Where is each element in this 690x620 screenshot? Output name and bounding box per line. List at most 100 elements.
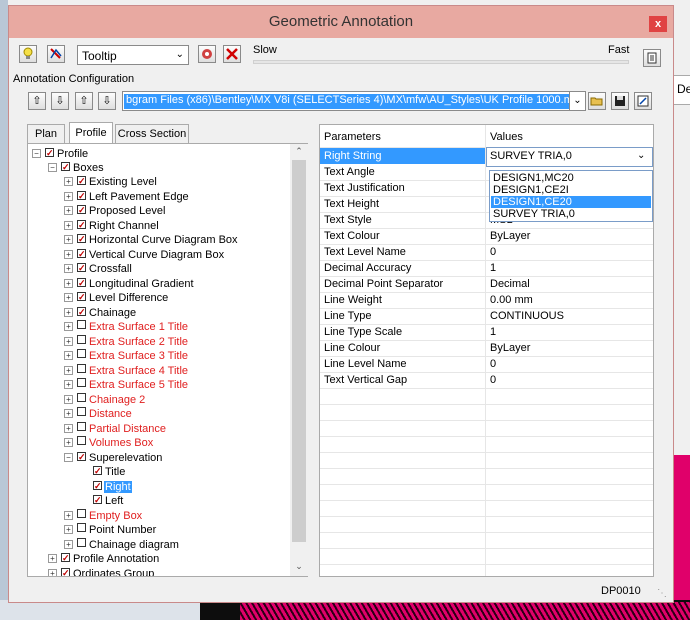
tree-node[interactable]: + ✓ Horizontal Curve Diagram Box	[64, 233, 239, 247]
right-string-combo[interactable]: SURVEY TRIA,0 ⌄	[486, 147, 653, 167]
chevron-up-icon[interactable]: ⌃	[292, 146, 306, 158]
checkbox[interactable]	[77, 523, 86, 532]
settings-button[interactable]	[198, 45, 216, 63]
tree-node[interactable]: + ✓ Existing Level	[64, 175, 158, 189]
save-button[interactable]	[611, 92, 629, 110]
value-cell[interactable]: 0	[490, 372, 496, 388]
tree-node[interactable]: + ✓ Left Pavement Edge	[64, 190, 190, 204]
tree-node[interactable]: + Extra Surface 1 Title	[64, 320, 189, 334]
checkbox[interactable]	[77, 393, 86, 402]
expand-icon[interactable]: +	[64, 177, 73, 186]
checkbox[interactable]: ✓	[77, 176, 86, 186]
param-row[interactable]: Text Angle	[324, 164, 375, 180]
param-row[interactable]: Line Colour	[324, 340, 380, 356]
checkbox[interactable]	[77, 538, 86, 547]
checkbox[interactable]: ✓	[77, 234, 86, 244]
checkbox[interactable]: ✓	[77, 452, 86, 462]
title-bar[interactable]: Geometric Annotation x	[9, 6, 673, 38]
tree-node[interactable]: + Point Number	[64, 523, 157, 537]
tree-node[interactable]: + ✓ Vertical Curve Diagram Box	[64, 248, 225, 262]
annotation-mode-button[interactable]	[47, 45, 65, 63]
chevron-down-icon[interactable]: ⌄	[292, 561, 306, 573]
expand-icon[interactable]: +	[64, 308, 73, 317]
tree-node[interactable]: + ✓ Chainage	[64, 306, 137, 320]
dropdown-option[interactable]: DESIGN1,MC20	[491, 172, 651, 184]
tree-node[interactable]: + ✓ Longitudinal Gradient	[64, 277, 195, 291]
value-cell[interactable]: CONTINUOUS	[490, 308, 564, 324]
checkbox[interactable]: ✓	[93, 481, 102, 491]
collapse-icon[interactable]: −	[48, 163, 57, 172]
dropdown-option-highlighted[interactable]: DESIGN1,CE20	[491, 196, 651, 208]
checkbox[interactable]	[77, 335, 86, 344]
move-bottom-button[interactable]: ⇩	[98, 92, 116, 110]
tree-node[interactable]: + ✓ Right Channel	[64, 219, 160, 233]
tree-node[interactable]: + ✓ Ordinates Group	[48, 567, 155, 576]
value-cell[interactable]: ByLayer	[490, 340, 530, 356]
tree-node[interactable]: ✓ Left	[93, 494, 124, 508]
checkbox[interactable]: ✓	[93, 466, 102, 476]
param-row[interactable]: Decimal Point Separator	[324, 276, 443, 292]
tree-node[interactable]: + ✓ Crossfall	[64, 262, 133, 276]
configuration-path-combo[interactable]: bgram Files (x86)\Bentley\MX V8i (SELECT…	[122, 91, 570, 111]
tree-node[interactable]: ✓ Title	[93, 465, 126, 479]
expand-icon[interactable]: +	[64, 395, 73, 404]
move-down-button[interactable]: ⇩	[51, 92, 69, 110]
checkbox[interactable]	[77, 509, 86, 518]
tree-node[interactable]: + ✓ Profile Annotation	[48, 552, 160, 566]
expand-icon[interactable]: +	[64, 192, 73, 201]
checkbox[interactable]: ✓	[77, 263, 86, 273]
param-row[interactable]: Text Style	[324, 212, 372, 228]
checkbox[interactable]	[77, 364, 86, 373]
tree-node[interactable]: + ✓ Proposed Level	[64, 204, 166, 218]
right-string-dropdown-list[interactable]: DESIGN1,MC20 DESIGN1,CE2I DESIGN1,CE20 S…	[489, 170, 653, 222]
tree-node[interactable]: + ✓ Level Difference	[64, 291, 169, 305]
param-row[interactable]: Line Weight	[324, 292, 382, 308]
checkbox[interactable]: ✓	[45, 148, 54, 158]
mode-select[interactable]: Tooltip ⌄	[77, 45, 189, 65]
param-right-string[interactable]: Right String	[324, 148, 381, 164]
tree-node[interactable]: + Partial Distance	[64, 422, 167, 436]
tree-node[interactable]: + Empty Box	[64, 509, 143, 523]
checkbox[interactable]: ✓	[77, 220, 86, 230]
param-row[interactable]: Decimal Accuracy	[324, 260, 411, 276]
tree-node[interactable]: + Chainage diagram	[64, 538, 180, 552]
expand-icon[interactable]: +	[64, 250, 73, 259]
speed-slider[interactable]	[253, 60, 629, 64]
tree-node[interactable]: + Distance	[64, 407, 133, 421]
tree-node[interactable]: + Chainage 2	[64, 393, 146, 407]
param-row[interactable]: Text Height	[324, 196, 379, 212]
param-row[interactable]: Line Type	[324, 308, 372, 324]
expand-icon[interactable]: +	[64, 424, 73, 433]
expand-icon[interactable]: +	[64, 279, 73, 288]
param-row[interactable]: Line Type Scale	[324, 324, 402, 340]
open-folder-button[interactable]	[588, 92, 606, 110]
expand-icon[interactable]: +	[64, 366, 73, 375]
expand-icon[interactable]: +	[48, 554, 57, 563]
close-button[interactable]: x	[649, 16, 667, 32]
collapse-icon[interactable]: −	[32, 149, 41, 158]
param-row[interactable]: Text Vertical Gap	[324, 372, 407, 388]
path-dropdown-button[interactable]: ⌄	[570, 91, 586, 111]
resize-grip-icon[interactable]: ⋱	[657, 588, 671, 602]
tab-cross-section[interactable]: Cross Section	[115, 124, 189, 143]
checkbox[interactable]	[77, 320, 86, 329]
expand-icon[interactable]: +	[64, 438, 73, 447]
value-cell[interactable]: 0	[490, 356, 496, 372]
param-row[interactable]: Line Level Name	[324, 356, 407, 372]
value-cell[interactable]: 1	[490, 260, 496, 276]
dropdown-option[interactable]: DESIGN1,CE2I	[491, 184, 651, 196]
tree-node[interactable]: + Extra Surface 4 Title	[64, 364, 189, 378]
expand-icon[interactable]: +	[64, 525, 73, 534]
tree-node-selected[interactable]: ✓ Right	[93, 480, 132, 494]
expand-icon[interactable]: +	[64, 351, 73, 360]
expand-icon[interactable]: +	[48, 569, 57, 576]
expand-icon[interactable]: +	[64, 511, 73, 520]
checkbox[interactable]: ✓	[77, 205, 86, 215]
checkbox[interactable]: ✓	[93, 495, 102, 505]
checkbox[interactable]: ✓	[61, 568, 70, 576]
checkbox[interactable]: ✓	[77, 292, 86, 302]
tree-node-superelevation[interactable]: − ✓ Superelevation	[64, 451, 163, 465]
dropdown-option[interactable]: SURVEY TRIA,0	[491, 208, 651, 220]
checkbox[interactable]: ✓	[77, 249, 86, 259]
annotation-tree[interactable]: − ✓ Profile − ✓ Boxes + ✓ Existing Level + ✓ Lef…	[28, 144, 290, 576]
